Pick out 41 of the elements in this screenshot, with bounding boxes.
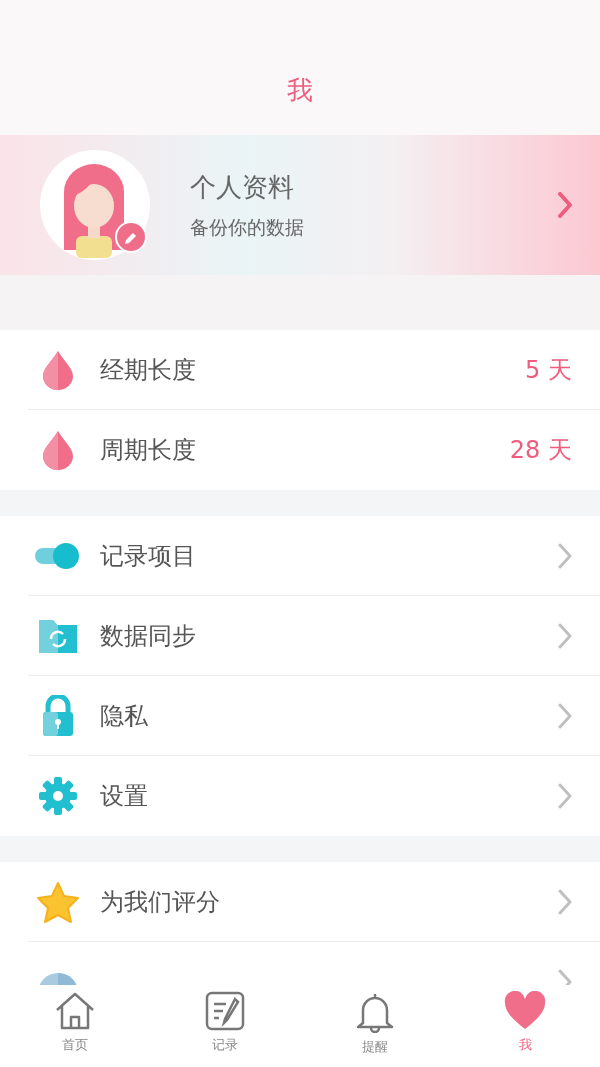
chevron-right-icon bbox=[558, 543, 572, 569]
row-label: 经期长度 bbox=[100, 355, 196, 386]
settings-row[interactable]: 数据同步 bbox=[0, 596, 600, 676]
note-edit-icon bbox=[205, 991, 245, 1031]
avatar-drawing[interactable] bbox=[40, 150, 150, 260]
heart-icon bbox=[503, 991, 547, 1031]
tab-item[interactable]: 记录 bbox=[150, 985, 300, 1067]
settings-row[interactable]: 周期长度 28 天 bbox=[0, 410, 600, 490]
chevron-right-icon bbox=[558, 703, 572, 729]
profile-subtitle: 备份你的数据 bbox=[190, 215, 305, 241]
tab-item[interactable]: 提醒 bbox=[300, 985, 450, 1067]
row-label: 为我们评分 bbox=[100, 887, 220, 918]
settings-row[interactable]: 设置 bbox=[0, 756, 600, 836]
profile-banner[interactable]: 个人资料 备份你的数据 bbox=[0, 135, 600, 275]
settings-row[interactable]: 为我们评分 bbox=[0, 862, 600, 942]
lock-icon bbox=[40, 695, 76, 737]
settings-row[interactable]: 隐私 bbox=[0, 676, 600, 756]
toggle-icon bbox=[34, 542, 82, 570]
home-icon bbox=[54, 991, 96, 1031]
drop-icon bbox=[41, 350, 75, 390]
settings-row[interactable]: 经期长度 5 天 bbox=[0, 330, 600, 410]
bell-icon bbox=[354, 991, 396, 1033]
drop-icon bbox=[41, 430, 75, 470]
page-title: 我 bbox=[287, 73, 313, 107]
tab-item[interactable]: 首页 bbox=[0, 985, 150, 1067]
settings-row[interactable]: 记录项目 bbox=[0, 516, 600, 596]
chevron-right-icon bbox=[558, 783, 572, 809]
chevron-right-icon bbox=[558, 192, 572, 218]
row-label: 周期长度 bbox=[100, 435, 196, 466]
chevron-right-icon bbox=[558, 623, 572, 649]
row-value: 5 天 bbox=[525, 355, 573, 386]
chevron-right-icon bbox=[558, 889, 572, 915]
row-label: 隐私 bbox=[100, 701, 148, 732]
folder-sync-icon bbox=[37, 617, 79, 655]
row-label: 数据同步 bbox=[100, 621, 196, 652]
gear-icon bbox=[38, 776, 78, 816]
row-value: 28 天 bbox=[509, 435, 573, 466]
star-icon bbox=[36, 881, 80, 923]
row-label: 记录项目 bbox=[100, 541, 196, 572]
row-label: 设置 bbox=[100, 781, 148, 812]
profile-name: 个人资料 bbox=[190, 171, 295, 205]
